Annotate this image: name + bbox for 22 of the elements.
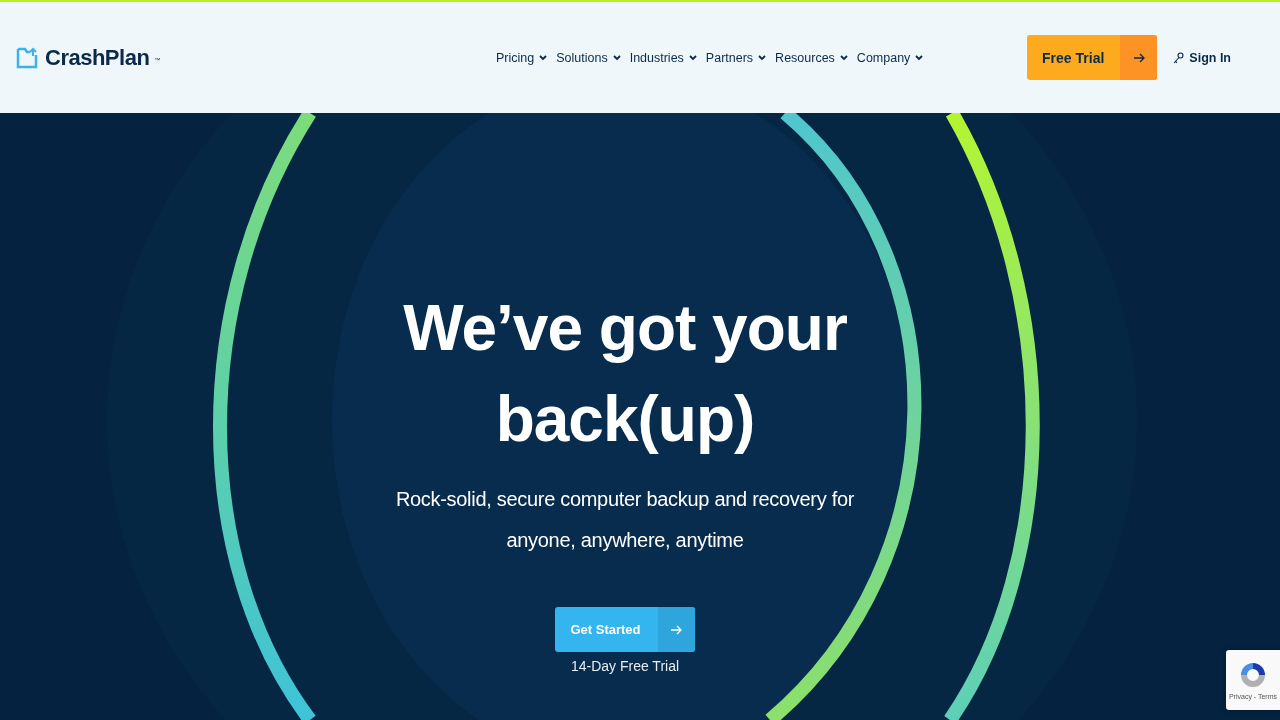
nav-item[interactable]: Resources — [775, 50, 848, 65]
nav-item[interactable]: Industries — [629, 50, 697, 65]
folder-icon — [16, 46, 40, 69]
nav-item[interactable]: Pricing — [496, 50, 548, 65]
nav-item[interactable]: Company — [856, 50, 924, 65]
sign-in-link[interactable]: Sign In — [1173, 50, 1231, 65]
chevron-down-icon — [612, 54, 621, 61]
chevron-down-icon — [688, 54, 697, 61]
free-trial-button[interactable]: Free Trial — [1027, 35, 1158, 80]
chevron-down-icon — [539, 54, 548, 61]
chevron-down-icon — [758, 54, 767, 61]
headline: We’ve got your back(up) — [402, 291, 848, 457]
trial-note: 14-Day Free Trial — [570, 658, 680, 674]
subtitle: Rock-solid, secure computer backup and recovery for anyone, anywhere, anytime — [394, 487, 856, 553]
chevron-down-icon — [839, 54, 848, 61]
recaptcha-icon — [1238, 660, 1268, 690]
chevron-down-icon — [915, 54, 924, 61]
nav-item[interactable]: Partners — [705, 50, 767, 65]
arrow-right-icon — [670, 624, 683, 635]
key-icon — [1173, 51, 1185, 64]
arrow-right-icon — [1132, 52, 1145, 63]
nav-item[interactable]: Solutions — [556, 50, 621, 65]
